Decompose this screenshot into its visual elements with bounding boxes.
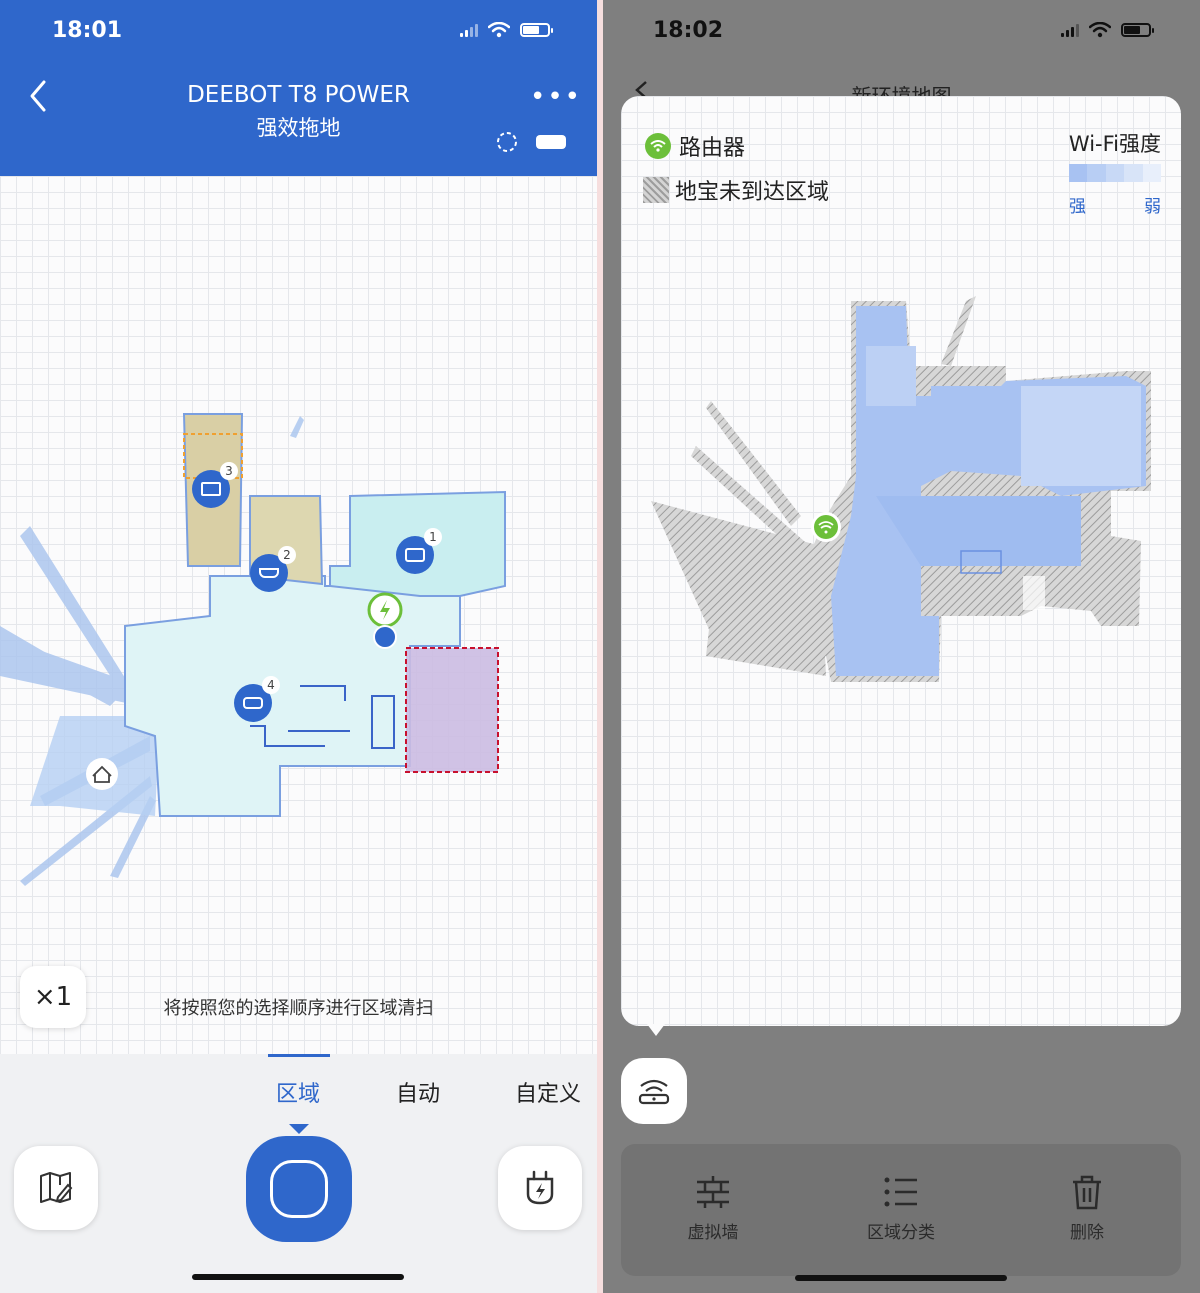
wifi-map-popup: 路由器 地宝未到达区域 Wi-Fi强度 强 弱 (621, 96, 1181, 1026)
area-classify-label: 区域分类 (867, 1223, 935, 1243)
sofa-icon (243, 697, 263, 709)
control-panel: 区域 自动 自定义 (0, 1054, 597, 1293)
wifi-map-toggle-button[interactable] (621, 1058, 687, 1124)
delete-button[interactable]: 删除 (1027, 1174, 1147, 1243)
mode-tabs: 区域 自动 自定义 (0, 1054, 597, 1116)
room-number: 3 (220, 462, 238, 480)
start-cleaning-button[interactable] (246, 1136, 352, 1242)
selected-tab-caret (289, 1124, 309, 1134)
wifi-heat-map (651, 296, 1151, 682)
popup-pointer (647, 1024, 665, 1036)
map-edit-button[interactable] (14, 1146, 98, 1230)
room-marker[interactable]: 4 (234, 676, 280, 722)
robot-battery-icon (536, 135, 566, 149)
start-icon (270, 1160, 328, 1218)
room-marker[interactable]: 1 (396, 528, 442, 574)
status-icons (460, 22, 553, 38)
home-indicator (795, 1275, 1007, 1281)
status-time: 18:01 (52, 18, 123, 43)
map-edit-toolbar: 虚拟墙 区域分类 删除 (621, 1144, 1181, 1276)
room-number: 1 (424, 528, 442, 546)
wifi-icon (488, 22, 510, 38)
bed-icon (405, 548, 425, 562)
tab-area[interactable]: 区域 (276, 1076, 320, 1108)
room-marker[interactable]: 2 (250, 546, 296, 592)
device-title: DEEBOT T8 POWER (187, 82, 410, 108)
tab-custom[interactable]: 自定义 (515, 1076, 581, 1108)
area-classify-button[interactable]: 区域分类 (841, 1174, 961, 1243)
room-number: 2 (278, 546, 296, 564)
wifi-icon (1089, 22, 1111, 38)
cleaning-map[interactable]: 3 2 1 4 (0, 176, 597, 1054)
app-header: 18:01 DEEBOT T8 POWER 强效拖地 ••• (0, 0, 597, 176)
book-icon (201, 482, 221, 496)
charging-plug-icon (526, 1170, 554, 1205)
battery-icon (520, 23, 553, 37)
sync-spinner-icon (497, 132, 517, 152)
list-icon (884, 1177, 917, 1207)
delete-label: 删除 (1070, 1223, 1104, 1243)
bathtub-icon (259, 568, 279, 578)
active-tab-indicator (268, 1054, 330, 1057)
more-options-icon[interactable]: ••• (530, 82, 582, 112)
virtual-wall-button[interactable]: 虚拟墙 (653, 1174, 773, 1243)
room-number: 4 (262, 676, 280, 694)
right-phone-screen: 18:02 新环境地图 路由器 地宝未到达区域 Wi-Fi强度 强 (603, 0, 1200, 1293)
tab-auto[interactable]: 自动 (396, 1076, 440, 1108)
status-time: 18:02 (653, 18, 724, 43)
cellular-signal-icon (1061, 23, 1079, 37)
map-edit-icon (40, 1172, 73, 1203)
floor-plan (0, 413, 506, 886)
cellular-signal-icon (460, 23, 478, 37)
return-to-charge-button[interactable] (498, 1146, 582, 1230)
virtual-wall-icon (697, 1176, 729, 1208)
room-marker[interactable]: 3 (192, 462, 238, 508)
cleaning-order-hint: 将按照您的选择顺序进行区域清扫 (163, 998, 434, 1019)
home-indicator (192, 1274, 404, 1280)
virtual-wall-label: 虚拟墙 (687, 1223, 739, 1243)
trash-icon (1073, 1175, 1101, 1210)
left-phone-screen: 18:01 DEEBOT T8 POWER 强效拖地 ••• 3 2 1 4 ×… (0, 0, 597, 1293)
battery-icon (1121, 23, 1154, 37)
router-icon (638, 1079, 670, 1105)
status-icons (1061, 22, 1154, 38)
